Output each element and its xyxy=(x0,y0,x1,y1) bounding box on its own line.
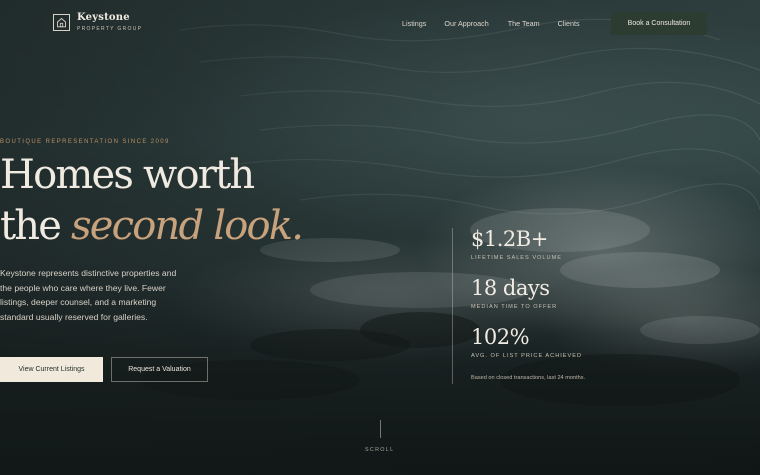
stat-value: 102% xyxy=(471,325,530,349)
stat-time-to-offer: 18 days MEDIAN TIME TO OFFER xyxy=(471,276,558,311)
view-listings-button[interactable]: View Current Listings xyxy=(0,357,103,382)
stat-value: 18 days xyxy=(471,276,550,300)
site-header: Keystone PROPERTY GROUP Listings Our App… xyxy=(0,0,760,48)
stats-footnote: Based on closed transactions, last 24 mo… xyxy=(471,375,586,381)
headline-accent: second look. xyxy=(71,203,304,249)
nav-link-our-approach[interactable]: Our Approach xyxy=(444,19,488,28)
headline-line-1: Homes worth xyxy=(0,152,255,198)
stat-value: $1.2B+ xyxy=(471,227,548,251)
scroll-indicator-line xyxy=(380,420,381,438)
request-valuation-button[interactable]: Request a Valuation xyxy=(111,357,208,382)
brand-logo-link[interactable]: Keystone PROPERTY GROUP xyxy=(53,13,142,32)
brand-name: Keystone xyxy=(77,12,130,23)
nav-link-clients[interactable]: Clients xyxy=(558,19,580,28)
nav-link-the-team[interactable]: The Team xyxy=(508,19,540,28)
scroll-indicator-label[interactable]: SCROLL xyxy=(365,447,394,453)
hero-eyebrow: BOUTIQUE REPRESENTATION SINCE 2009 xyxy=(0,139,170,145)
hero-headline: Homes worth the second look. xyxy=(0,150,330,252)
stat-label: AVG. OF LIST PRICE ACHIEVED xyxy=(471,353,583,359)
book-consultation-button[interactable]: Book a Consultation xyxy=(611,12,707,35)
stats-divider xyxy=(452,228,453,384)
brand-tagline: PROPERTY GROUP xyxy=(77,26,143,32)
brand-text: Keystone PROPERTY GROUP xyxy=(77,13,142,32)
main-nav: Listings Our Approach The Team Clients xyxy=(402,19,580,28)
stat-label: MEDIAN TIME TO OFFER xyxy=(471,304,558,310)
house-icon xyxy=(53,14,70,31)
stat-sales-volume: $1.2B+ LIFETIME SALES VOLUME xyxy=(471,227,562,262)
headline-line-2-plain: the xyxy=(0,203,62,249)
hero-lead-paragraph: Keystone represents distinctive properti… xyxy=(0,268,177,322)
nav-link-listings[interactable]: Listings xyxy=(402,19,426,28)
stat-list-price: 102% AVG. OF LIST PRICE ACHIEVED xyxy=(471,325,583,360)
stat-label: LIFETIME SALES VOLUME xyxy=(471,255,562,261)
